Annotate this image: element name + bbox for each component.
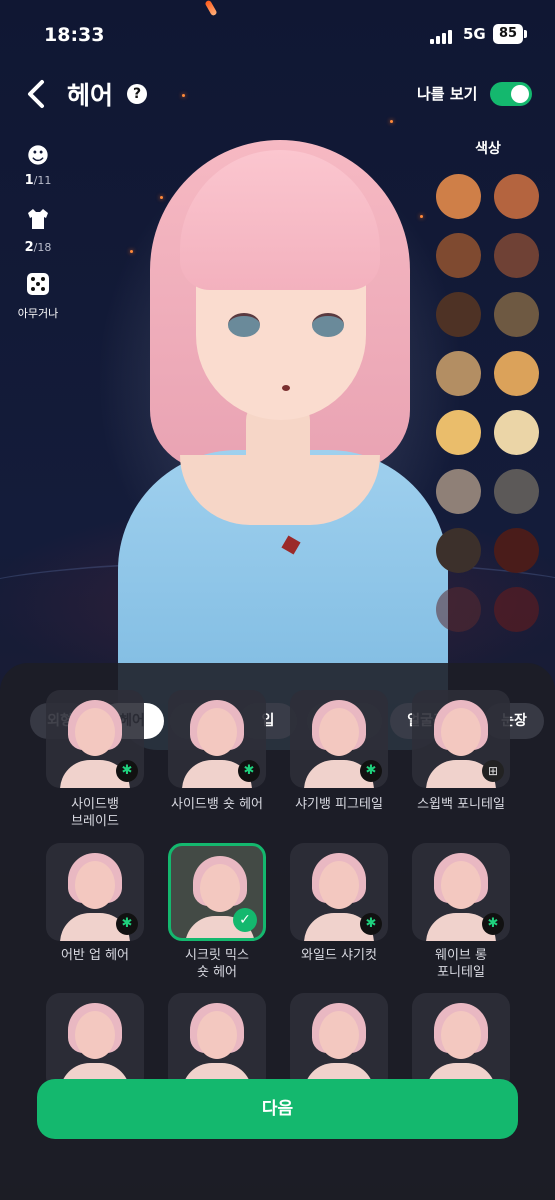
gem-icon: ✱ (238, 760, 260, 782)
check-icon: ✓ (233, 908, 257, 932)
toggle-knob (511, 85, 529, 103)
hair-thumbnail[interactable] (168, 993, 266, 1091)
color-swatch[interactable] (436, 351, 481, 396)
outfit-count-value: 2 (24, 240, 34, 255)
gift-icon: ⊞ (482, 760, 504, 782)
avatar-mouth (282, 385, 290, 391)
outfit-count-tool[interactable]: 2/18 (16, 208, 60, 255)
status-time: 18:33 (44, 24, 105, 46)
hair-thumbnail[interactable]: ✱ (412, 843, 510, 941)
color-swatch[interactable] (436, 174, 481, 219)
face-count-total: /11 (33, 174, 52, 187)
hair-item-name: 와일드 샤기컷 (301, 948, 377, 963)
bust-head (441, 1011, 481, 1059)
smile-icon: ☻ (26, 144, 50, 169)
back-button[interactable] (22, 76, 52, 112)
gem-icon: ✱ (482, 913, 504, 935)
color-swatch[interactable] (494, 528, 539, 573)
gem-icon: ✱ (116, 760, 138, 782)
gem-icon: ✱ (360, 760, 382, 782)
bust-head (75, 1011, 115, 1059)
next-button[interactable]: 다음 (37, 1079, 518, 1139)
hair-item-name: 사이드뱅 브레이드 (71, 797, 119, 829)
random-label: 아무거나 (17, 307, 59, 320)
hair-item[interactable]: ✱ 샤기뱅 피그테일 (290, 690, 388, 860)
outfit-count: 2/18 (16, 240, 60, 255)
outfit-count-total: /18 (33, 241, 52, 254)
dice-icon (16, 272, 60, 302)
preview-toggle[interactable] (490, 82, 532, 106)
page-title: 헤어 (67, 81, 114, 110)
hair-item[interactable]: ✱ 사이드뱅 숏 헤어 (168, 690, 266, 860)
hair-item-name: 샤기뱅 피그테일 (295, 797, 383, 812)
color-swatch[interactable] (436, 528, 481, 573)
hair-item[interactable]: ✓ 시크릿 믹스 숏 헤어 (168, 843, 266, 983)
bust-head (75, 708, 115, 756)
avatar-eye-left (228, 313, 260, 337)
status-bar: 18:33 5G 85 (0, 0, 555, 70)
color-swatch[interactable] (494, 351, 539, 396)
hair-item-name: 사이드뱅 숏 헤어 (171, 797, 263, 812)
hair-item[interactable]: ⊞ 스윕백 포니테일 (412, 690, 510, 860)
color-swatch[interactable] (494, 174, 539, 219)
color-swatch[interactable] (436, 233, 481, 278)
color-swatch[interactable] (436, 410, 481, 455)
hair-item[interactable]: ✱ 사이드뱅 브레이드 (46, 690, 144, 860)
hair-item[interactable]: ✱ 웨이브 롱 포니테일 (412, 843, 510, 983)
hair-thumbnail[interactable] (46, 993, 144, 1091)
bust-head (197, 708, 237, 756)
color-swatch[interactable] (494, 410, 539, 455)
hair-item-name: 시크릿 믹스 숏 헤어 (185, 948, 249, 980)
hair-thumbnail[interactable]: ✓ (168, 843, 266, 941)
shirt-icon (16, 208, 60, 236)
bust-head (75, 861, 115, 909)
bust-head (197, 1011, 237, 1059)
hair-item[interactable]: ✱ 와일드 샤기컷 (290, 843, 388, 983)
color-swatch[interactable] (494, 233, 539, 278)
hair-thumbnail[interactable]: ✱ (46, 843, 144, 941)
hair-thumbnail[interactable]: ⊞ (412, 690, 510, 788)
chevron-left-icon (28, 80, 44, 108)
hair-thumbnail[interactable]: ✱ (290, 843, 388, 941)
hair-thumbnail[interactable]: ✱ (168, 690, 266, 788)
hair-thumbnail[interactable] (290, 993, 388, 1091)
color-swatch[interactable] (436, 469, 481, 514)
bust-head (319, 1011, 359, 1059)
color-swatch[interactable] (436, 587, 481, 632)
bust-head (319, 861, 359, 909)
hair-thumbnail[interactable] (412, 993, 510, 1091)
face-count-value: 1 (24, 173, 34, 188)
face-count-tool[interactable]: ☻ 1/11 (16, 144, 60, 189)
signal-icon (430, 28, 456, 44)
hair-thumbnail[interactable]: ✱ (290, 690, 388, 788)
help-icon[interactable]: ? (127, 84, 147, 104)
hair-thumbnail[interactable]: ✱ (46, 690, 144, 788)
hair-item-name: 웨이브 롱 포니테일 (435, 948, 487, 980)
color-title: 색상 (475, 141, 501, 157)
random-tool[interactable]: 아무거나 (16, 272, 60, 321)
network-type: 5G (463, 25, 486, 43)
color-swatch[interactable] (494, 292, 539, 337)
avatar-eye-right (312, 313, 344, 337)
bust-head (441, 708, 481, 756)
preview-toggle-label: 나를 보기 (417, 85, 478, 103)
gem-icon: ✱ (360, 913, 382, 935)
bust-head (200, 864, 240, 912)
bust-head (441, 861, 481, 909)
hair-item-name: 어반 업 헤어 (60, 948, 130, 963)
hair-item[interactable]: ✱ 어반 업 헤어 (46, 843, 144, 983)
color-swatch[interactable] (494, 469, 539, 514)
battery-nub (524, 30, 527, 38)
face-count: 1/11 (16, 173, 60, 188)
gem-icon: ✱ (116, 913, 138, 935)
battery-icon: 85 (493, 24, 523, 44)
hair-item-name: 스윕백 포니테일 (417, 797, 505, 812)
bust-head (319, 708, 359, 756)
color-swatch[interactable] (436, 292, 481, 337)
color-swatch[interactable] (494, 587, 539, 632)
